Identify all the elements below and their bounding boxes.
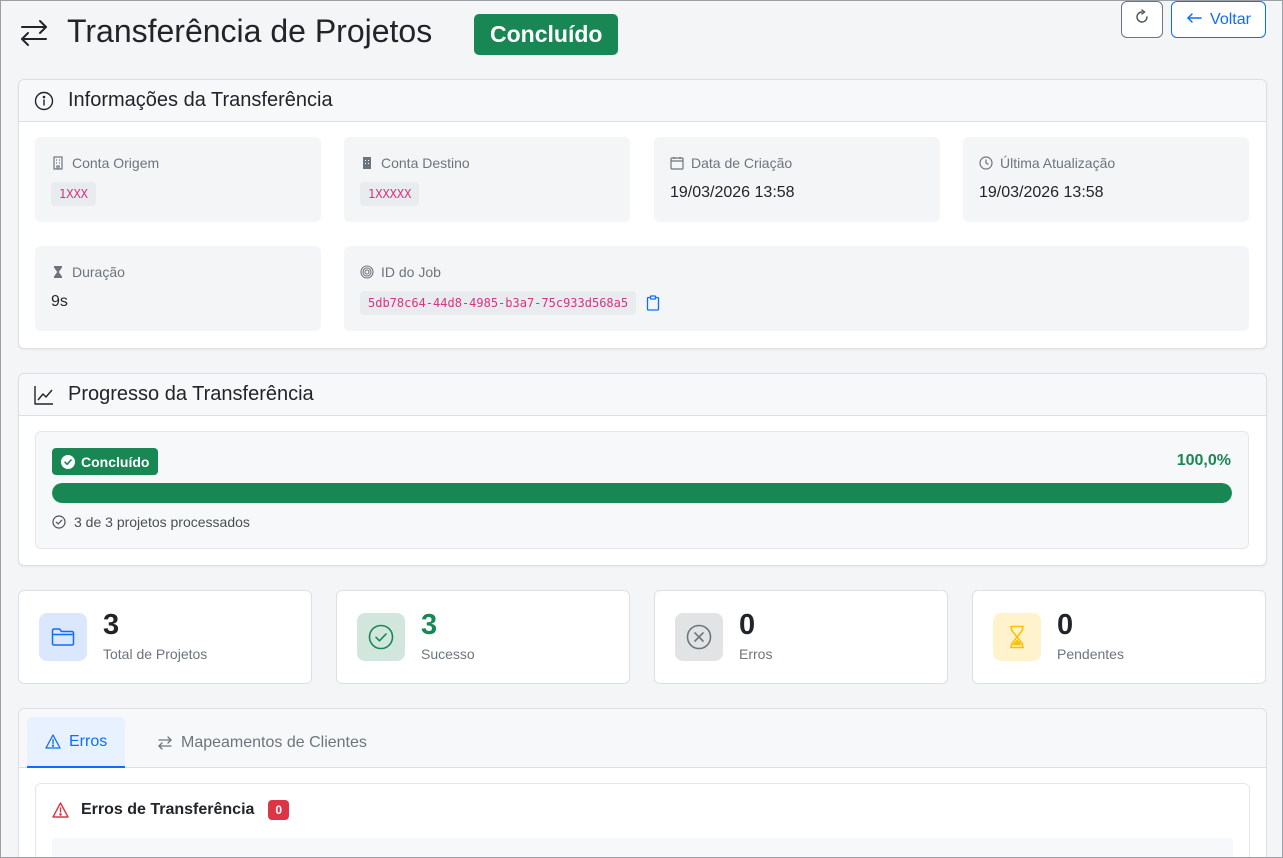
- updated-date-value: 19/03/2026 13:58: [979, 184, 1104, 201]
- hourglass-icon: [51, 265, 65, 279]
- dest-account-tile: Conta Destino 1XXXXX: [344, 137, 630, 222]
- arrow-left-icon: [1186, 11, 1202, 29]
- info-icon: [34, 91, 54, 111]
- status-badge: Concluído: [474, 14, 619, 55]
- stat-errors: 0 Erros: [654, 590, 948, 684]
- stat-pending: 0 Pendentes: [972, 590, 1266, 684]
- origin-account-value: 1XXX: [51, 182, 96, 206]
- error-count-badge: 0: [268, 800, 290, 820]
- stat-total-value: 3: [103, 609, 120, 641]
- refresh-button[interactable]: [1121, 1, 1163, 38]
- check-circle-icon: [357, 613, 405, 661]
- stat-total-projects: 3 Total de Projetos: [18, 590, 312, 684]
- copy-clipboard-icon[interactable]: [646, 295, 660, 311]
- transfer-errors-panel: Erros de Transferência 0: [35, 783, 1250, 857]
- job-id-value-wrap: 5db78c64-44d8-4985-b3a7-75c933d568a5: [360, 291, 660, 315]
- folder-icon: [39, 613, 87, 661]
- created-date-value: 19/03/2026 13:58: [670, 184, 795, 201]
- stat-total-label: Total de Projetos: [103, 646, 208, 662]
- transfer-errors-header: Erros de Transferência 0: [52, 800, 290, 820]
- building-icon: [360, 156, 374, 170]
- tab-client-mappings[interactable]: Mapeamentos de Clientes: [139, 717, 385, 768]
- warning-icon: [52, 802, 69, 818]
- stat-errors-label: Erros: [739, 646, 773, 662]
- tab-client-mappings-label: Mapeamentos de Clientes: [181, 733, 367, 751]
- info-card: Informações da Transferência Conta Orige…: [18, 79, 1267, 349]
- progress-summary-text: 3 de 3 projetos processados: [74, 514, 250, 530]
- transfer-arrows-icon: [157, 735, 173, 751]
- warning-icon: [45, 734, 61, 749]
- stat-success-value: 3: [421, 609, 438, 641]
- stat-errors-value: 0: [739, 609, 756, 641]
- page-header: Transferência de Projetos Concluído: [18, 11, 1265, 61]
- progress-bar: [52, 483, 1232, 503]
- transfer-arrows-icon: [18, 17, 50, 49]
- origin-account-label: Conta Origem: [72, 155, 160, 171]
- stat-pending-label: Pendentes: [1057, 646, 1124, 662]
- origin-account-label-row: Conta Origem: [51, 155, 159, 171]
- progress-bar-fill: [52, 483, 1232, 503]
- transfer-errors-title: Erros de Transferência: [81, 801, 255, 818]
- origin-account-tile: Conta Origem 1XXX: [35, 137, 321, 222]
- created-date-tile: Data de Criação 19/03/2026 13:58: [654, 137, 940, 222]
- hourglass-icon: [993, 613, 1041, 661]
- updated-date-tile: Última Atualização 19/03/2026 13:58: [963, 137, 1249, 222]
- info-card-title: Informações da Transferência: [68, 89, 333, 111]
- progress-summary: 3 de 3 projetos processados: [52, 514, 250, 530]
- calendar-icon: [670, 156, 684, 170]
- progress-card-header: Progresso da Transferência: [19, 374, 1266, 416]
- dest-account-label: Conta Destino: [381, 155, 470, 171]
- progress-status-label: Concluído: [81, 453, 150, 470]
- duration-tile: Duração 9s: [35, 246, 321, 331]
- progress-card: Progresso da Transferência Concluído 100…: [18, 373, 1267, 566]
- job-id-label-row: ID do Job: [360, 264, 441, 280]
- duration-value: 9s: [51, 293, 68, 310]
- fingerprint-icon: [360, 265, 374, 279]
- transfer-errors-body: [52, 838, 1233, 857]
- origin-account-value-wrap: 1XXX: [51, 182, 96, 206]
- x-circle-icon: [675, 613, 723, 661]
- updated-date-label-row: Última Atualização: [979, 155, 1115, 171]
- duration-label: Duração: [72, 264, 125, 280]
- check-circle-icon: [61, 454, 75, 469]
- line-chart-icon: [34, 385, 54, 405]
- created-date-label-row: Data de Criação: [670, 155, 792, 171]
- tab-errors[interactable]: Erros: [27, 717, 126, 768]
- dest-account-value: 1XXXXX: [360, 182, 420, 206]
- updated-date-label: Última Atualização: [1000, 155, 1116, 171]
- progress-panel: Concluído 100,0% 3 de 3 projetos process…: [35, 431, 1249, 549]
- back-button[interactable]: Voltar: [1171, 1, 1266, 38]
- check-circle-outline-icon: [52, 515, 66, 529]
- job-id-label: ID do Job: [381, 264, 441, 280]
- tabs-card: Erros Mapeamentos de Clientes Erros de T…: [18, 708, 1267, 857]
- page: Transferência de Projetos Concluído Volt…: [0, 0, 1283, 858]
- dest-account-value-wrap: 1XXXXX: [360, 182, 420, 206]
- refresh-icon: [1134, 9, 1150, 30]
- stat-success: 3 Sucesso: [336, 590, 630, 684]
- dest-account-label-row: Conta Destino: [360, 155, 470, 171]
- stat-success-label: Sucesso: [421, 646, 475, 662]
- tab-errors-label: Erros: [69, 732, 108, 750]
- info-card-header: Informações da Transferência: [19, 80, 1266, 122]
- stat-pending-value: 0: [1057, 609, 1074, 641]
- job-id-tile: ID do Job 5db78c64-44d8-4985-b3a7-75c933…: [344, 246, 1249, 331]
- clock-icon: [979, 156, 993, 170]
- building-icon: [51, 156, 65, 170]
- progress-percent: 100,0%: [1176, 452, 1231, 469]
- tabs-bar: Erros Mapeamentos de Clientes: [19, 709, 1266, 768]
- created-date-label: Data de Criação: [691, 155, 793, 171]
- progress-status-badge: Concluído: [52, 448, 159, 475]
- job-id-value: 5db78c64-44d8-4985-b3a7-75c933d568a5: [360, 291, 637, 315]
- progress-card-title: Progresso da Transferência: [68, 383, 314, 405]
- page-title: Transferência de Projetos: [67, 13, 433, 49]
- back-label: Voltar: [1210, 10, 1251, 28]
- duration-label-row: Duração: [51, 264, 125, 280]
